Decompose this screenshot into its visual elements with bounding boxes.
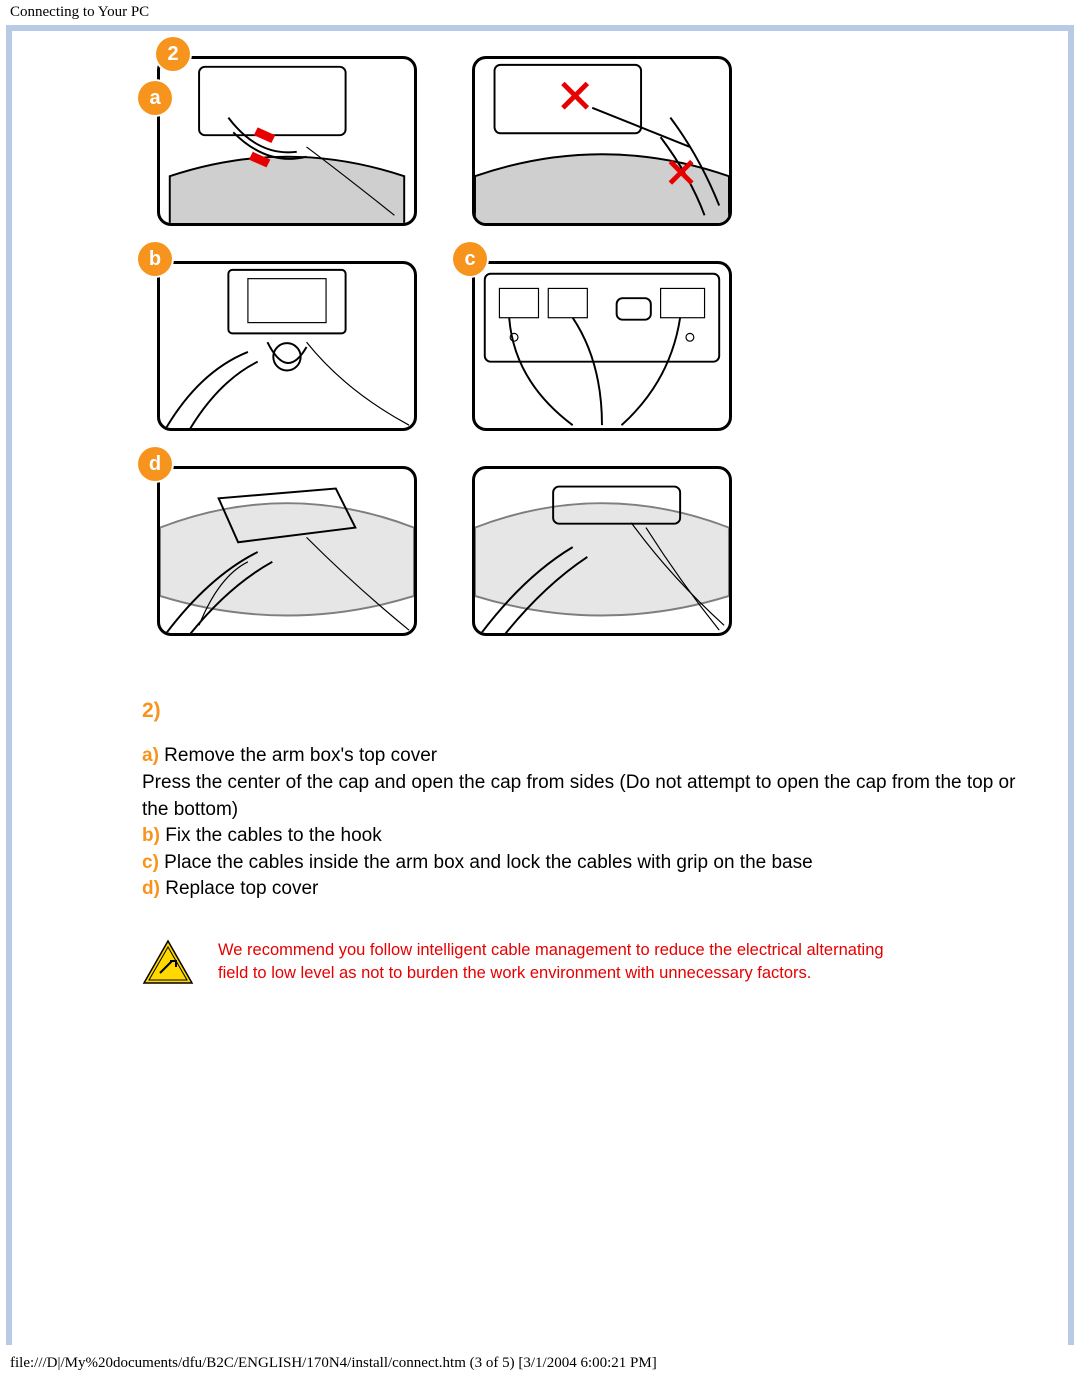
step-d-text: Replace top cover <box>160 878 318 899</box>
step-b: b) Fix the cables to the hook <box>142 823 1038 850</box>
step-d-label: d) <box>142 878 160 899</box>
step-a-text: Remove the arm box's top cover <box>159 745 437 766</box>
illustration-box <box>157 56 417 226</box>
panel-a-wrong <box>457 41 732 226</box>
illustration-box <box>157 466 417 636</box>
panel-2a: 2 a <box>142 41 417 226</box>
illustration-col-left: 2 a <box>142 41 417 636</box>
sketch-icon <box>475 469 729 635</box>
step-instructions: 2) a) Remove the arm box's top cover Pre… <box>142 696 1038 903</box>
sketch-icon <box>160 59 414 225</box>
step-c: c) Place the cables inside the arm box a… <box>142 850 1038 877</box>
step-number: 2) <box>142 696 1038 725</box>
illustration-box <box>472 466 732 636</box>
panel-d: d <box>142 451 417 636</box>
page-footer: file:///D|/My%20documents/dfu/B2C/ENGLIS… <box>0 1345 1080 1378</box>
step-c-text: Place the cables inside the arm box and … <box>159 852 813 873</box>
step-b-text: Fix the cables to the hook <box>160 825 382 846</box>
badge-b: b <box>138 242 172 276</box>
step-a: a) Remove the arm box's top cover <box>142 743 1038 770</box>
sketch-icon <box>160 264 414 430</box>
step-d: d) Replace top cover <box>142 876 1038 903</box>
panel-b: b <box>142 246 417 431</box>
illustration-box <box>472 261 732 431</box>
panel-d2 <box>457 451 732 636</box>
sketch-icon <box>475 59 729 225</box>
step-c-label: c) <box>142 852 159 873</box>
badge-step-2: 2 <box>156 37 190 71</box>
header-title: Connecting to Your PC <box>10 4 149 20</box>
illustration-box <box>157 261 417 431</box>
badge-c: c <box>453 242 487 276</box>
step-b-label: b) <box>142 825 160 846</box>
warning-text: We recommend you follow intelligent cabl… <box>218 939 918 985</box>
step-a-label: a) <box>142 745 159 766</box>
warning-note: We recommend you follow intelligent cabl… <box>142 939 1038 990</box>
footer-text: file:///D|/My%20documents/dfu/B2C/ENGLIS… <box>10 1355 657 1371</box>
step-a-sub: Press the center of the cap and open the… <box>142 770 1038 823</box>
content-frame: 2 a <box>6 25 1074 1345</box>
warning-icon <box>142 939 194 990</box>
badge-d: d <box>138 447 172 481</box>
illustration-box <box>472 56 732 226</box>
illustration-grid: 2 a <box>142 41 1038 636</box>
badge-a: a <box>138 81 172 115</box>
illustration-col-right: c <box>457 41 732 636</box>
sketch-icon <box>160 469 414 635</box>
sketch-icon <box>475 264 729 430</box>
panel-c: c <box>457 246 732 431</box>
page-header: Connecting to Your PC <box>0 0 1080 25</box>
page-body: 2 a <box>12 31 1068 1345</box>
